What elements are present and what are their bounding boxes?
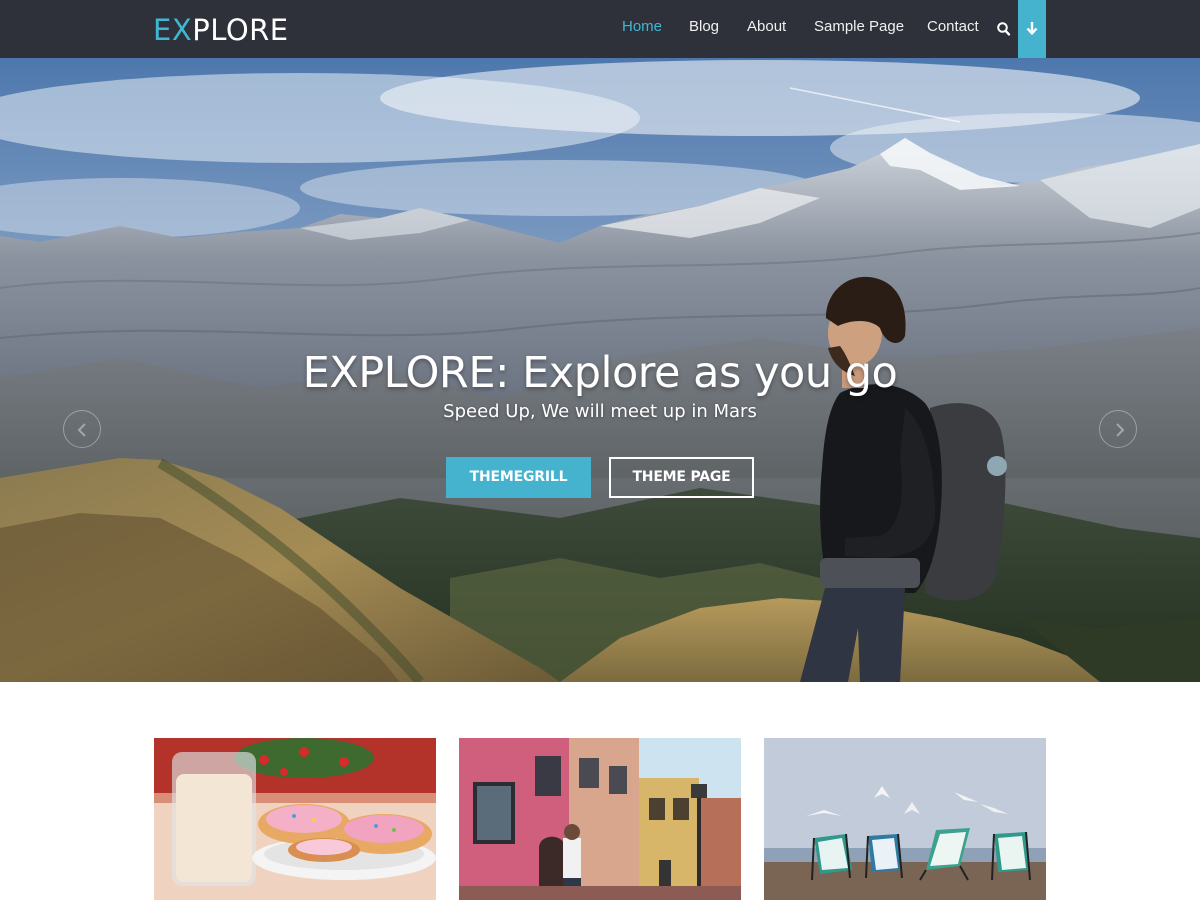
post-thumbnail-image	[764, 738, 1046, 900]
chevron-left-icon	[77, 423, 86, 437]
search-icon[interactable]	[996, 20, 1012, 38]
hero-slider: EXPLORE: Explore as you go Speed Up, We …	[0, 58, 1200, 682]
hero-title: EXPLORE: Explore as you go	[302, 348, 898, 398]
hero-subtitle: Speed Up, We will meet up in Mars	[443, 401, 757, 422]
post-card-milk-cookies[interactable]	[154, 738, 436, 900]
nav-about[interactable]: About	[747, 17, 786, 37]
site-logo[interactable]: EXPLORE	[153, 12, 289, 48]
site-header: EXPLORE Home Blog About Sample Page Cont…	[0, 0, 1200, 58]
post-card-beach-chairs[interactable]	[764, 738, 1046, 900]
post-thumbnail-image	[154, 738, 436, 900]
themegrill-button[interactable]: THEMEGRILL	[446, 457, 591, 498]
nav-blog[interactable]: Blog	[689, 17, 719, 37]
slider-next-button[interactable]	[1099, 410, 1137, 448]
nav-contact[interactable]: Contact	[927, 17, 979, 37]
slider-prev-button[interactable]	[63, 410, 101, 448]
chevron-right-icon	[1116, 423, 1125, 437]
post-card-old-town[interactable]	[459, 738, 741, 900]
arrow-down-icon	[1026, 22, 1038, 35]
logo-accent: EX	[153, 13, 193, 47]
nav-home[interactable]: Home	[622, 17, 662, 37]
scroll-down-button[interactable]	[1018, 0, 1046, 58]
post-thumbnail-image	[459, 738, 741, 900]
theme-page-button[interactable]: THEME PAGE	[609, 457, 754, 498]
logo-rest: PLORE	[192, 13, 289, 47]
nav-sample-page[interactable]: Sample Page	[814, 17, 904, 37]
